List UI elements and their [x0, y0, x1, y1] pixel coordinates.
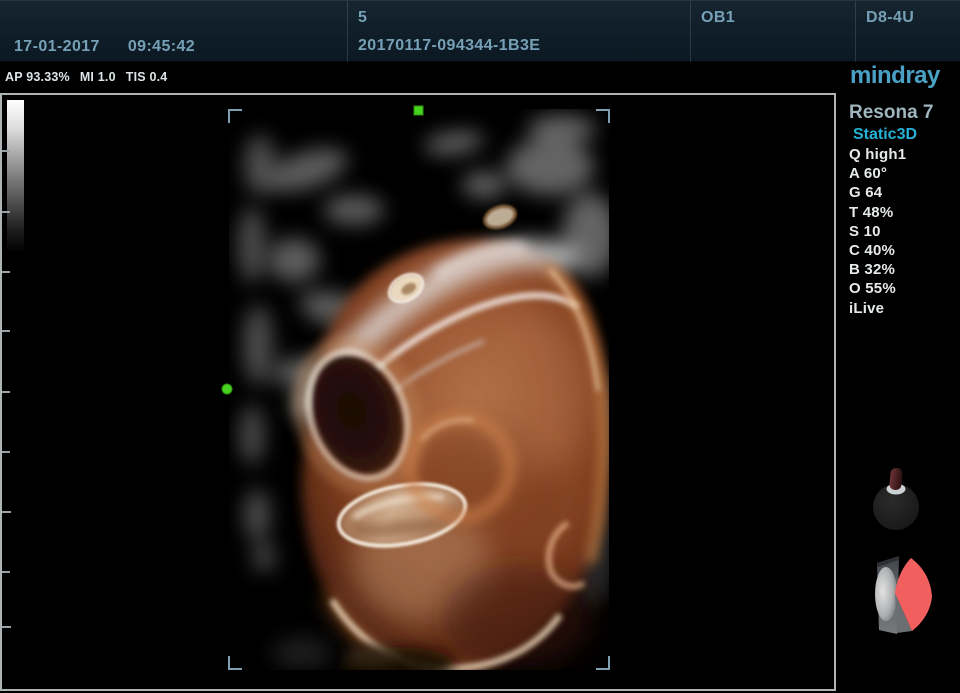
- imaging-area[interactable]: [0, 93, 836, 691]
- param-brightness: B 32%: [849, 260, 906, 279]
- exam-time: 09:45:42: [128, 38, 195, 56]
- ultrasound-display: [2, 95, 834, 689]
- system-name: Resona 7: [849, 102, 933, 124]
- header-transducer-cell: D8-4U: [855, 1, 960, 63]
- transducer-model: D8-4U: [866, 9, 914, 27]
- ultrasound-3d-render[interactable]: [238, 115, 618, 683]
- header-datetime-cell: 17-01-2017 09:45:42: [0, 1, 347, 63]
- param-quality: Q high1: [849, 145, 906, 164]
- roi-corner-top-left[interactable]: [229, 110, 242, 123]
- mindray-logo: mindray: [850, 62, 940, 90]
- patient-info-bar: 17-01-2017 09:45:42 5 20170117-094344-1B…: [0, 0, 960, 62]
- exam-id: 20170117-094344-1B3E: [358, 37, 540, 55]
- acoustic-power-value: AP 93.33%: [5, 70, 70, 84]
- param-angle: A 60°: [849, 164, 906, 183]
- param-opacity: O 55%: [849, 279, 906, 298]
- param-smooth: S 10: [849, 222, 906, 241]
- roi-handle-top[interactable]: [414, 106, 423, 115]
- header-preset-cell: OB1: [690, 1, 855, 63]
- roi-handle-left[interactable]: [222, 384, 232, 394]
- parameter-list: Q high1 A 60° G 64 T 48% S 10 C 40% B 32…: [849, 145, 906, 318]
- param-threshold: T 48%: [849, 203, 906, 222]
- exam-preset: OB1: [701, 9, 735, 27]
- thermal-index-value: TIS 0.4: [126, 70, 168, 84]
- roi-corner-bottom-left[interactable]: [229, 656, 242, 669]
- roi-corner-top-right[interactable]: [596, 110, 609, 123]
- ultrasound-system-screen: 17-01-2017 09:45:42 5 20170117-094344-1B…: [0, 0, 960, 693]
- parameter-sidebar: Resona 7 Static3D Q high1 A 60° G 64 T 4…: [836, 93, 960, 693]
- grayscale-bar: [7, 100, 24, 253]
- render-smoke-left: [238, 135, 276, 571]
- roi-corner-bottom-right[interactable]: [596, 656, 609, 669]
- exam-date: 17-01-2017: [14, 38, 100, 56]
- mechanical-index-value: MI 1.0: [80, 70, 116, 84]
- status-strip: AP 93.33% MI 1.0 TIS 0.4: [0, 62, 960, 93]
- header-exam-cell: 5 20170117-094344-1B3E: [347, 1, 690, 63]
- param-contrast: C 40%: [849, 241, 906, 260]
- render-small-oval: [482, 202, 519, 232]
- probe-icon: [870, 552, 938, 638]
- trackball-icon: [866, 466, 928, 538]
- acoustic-output-readout: AP 93.33% MI 1.0 TIS 0.4: [5, 70, 167, 84]
- param-gain: G 64: [849, 183, 906, 202]
- imaging-mode: Static3D: [853, 126, 917, 144]
- exam-number: 5: [358, 9, 367, 27]
- param-ilive: iLive: [849, 299, 906, 318]
